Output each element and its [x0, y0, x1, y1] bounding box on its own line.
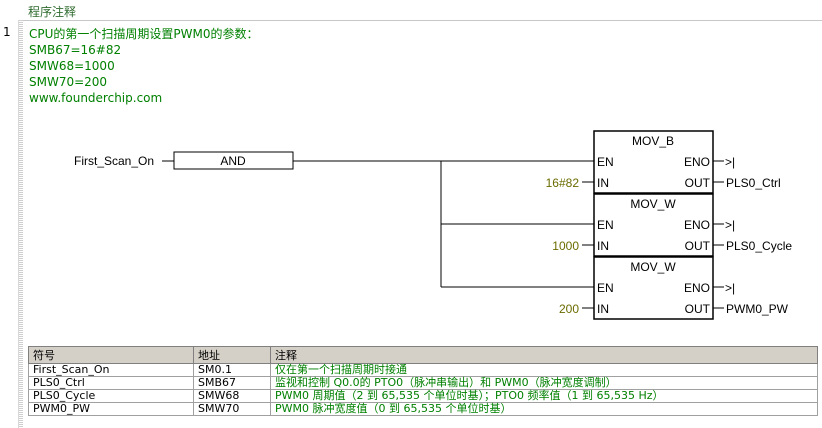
mov-w-box[interactable]: MOV_W EN ENO IN OUT: [593, 193, 714, 257]
symbol-cell: PWM0_PW: [28, 402, 194, 416]
out-operand[interactable]: PLS0_Cycle: [726, 239, 792, 253]
input-contact-label[interactable]: First_Scan_On: [74, 154, 154, 168]
out-operand[interactable]: PLS0_Ctrl: [726, 176, 781, 190]
eno-pin: ENO: [684, 281, 710, 295]
out-operand[interactable]: PWM0_PW: [726, 302, 789, 316]
out-pin: OUT: [685, 302, 711, 316]
column-header-address[interactable]: 地址: [193, 346, 271, 364]
eno-coil[interactable]: >|: [725, 281, 735, 295]
box-title: MOV_W: [630, 260, 676, 274]
eno-coil[interactable]: >|: [725, 155, 735, 169]
symbol-cell: PLS0_Ctrl: [28, 376, 194, 390]
column-header-symbol[interactable]: 符号: [28, 346, 194, 364]
box-title: MOV_W: [630, 197, 676, 211]
table-row[interactable]: PLS0_Cycle SMW68 PWM0 周期值（2 到 65,535 个单位…: [28, 389, 818, 403]
comment-cell: 监视和控制 Q0.0的 PTO0（脉冲串输出）和 PWM0（脉冲宽度调制）: [270, 376, 818, 390]
address-cell: SMB67: [193, 376, 271, 390]
out-pin: OUT: [685, 239, 711, 253]
address-cell: SM0.1: [193, 363, 271, 377]
in-operand[interactable]: 16#82: [546, 176, 580, 190]
in-pin: IN: [597, 302, 609, 316]
en-pin: EN: [597, 281, 614, 295]
eno-pin: ENO: [684, 218, 710, 232]
table-row[interactable]: PWM0_PW SMW70 PWM0 脉冲宽度值（0 到 65,535 个单位时…: [28, 402, 818, 416]
comment-cell: 仅在第一个扫描周期时接通: [270, 363, 818, 377]
eno-coil[interactable]: >|: [725, 218, 735, 232]
in-pin: IN: [597, 176, 609, 190]
en-pin: EN: [597, 155, 614, 169]
ladder-diagram: First_Scan_On AND MOV_B EN ENO IN OUT >|…: [74, 130, 792, 320]
in-operand[interactable]: 1000: [552, 239, 579, 253]
mov-b-box[interactable]: MOV_B EN ENO IN OUT: [593, 130, 714, 194]
symbol-table-header: 符号 地址 注释: [28, 346, 818, 364]
box-title: MOV_B: [632, 134, 674, 148]
mov-w-box[interactable]: MOV_W EN ENO IN OUT: [593, 256, 714, 320]
in-operand[interactable]: 200: [559, 302, 579, 316]
column-header-comment[interactable]: 注释: [270, 346, 818, 364]
symbol-cell: PLS0_Cycle: [28, 389, 194, 403]
address-cell: SMW70: [193, 402, 271, 416]
eno-pin: ENO: [684, 155, 710, 169]
and-box-label: AND: [220, 154, 246, 168]
in-pin: IN: [597, 239, 609, 253]
comment-cell: PWM0 周期值（2 到 65,535 个单位时基）；PTO0 频率值（1 到 …: [270, 389, 818, 403]
table-row[interactable]: First_Scan_On SM0.1 仅在第一个扫描周期时接通: [28, 363, 818, 377]
symbol-table: 符号 地址 注释 First_Scan_On SM0.1 仅在第一个扫描周期时接…: [28, 346, 818, 416]
en-pin: EN: [597, 218, 614, 232]
comment-cell: PWM0 脉冲宽度值（0 到 65,535 个单位时基）: [270, 402, 818, 416]
symbol-cell: First_Scan_On: [28, 363, 194, 377]
out-pin: OUT: [685, 176, 711, 190]
address-cell: SMW68: [193, 389, 271, 403]
table-row[interactable]: PLS0_Ctrl SMB67 监视和控制 Q0.0的 PTO0（脉冲串输出）和…: [28, 376, 818, 390]
